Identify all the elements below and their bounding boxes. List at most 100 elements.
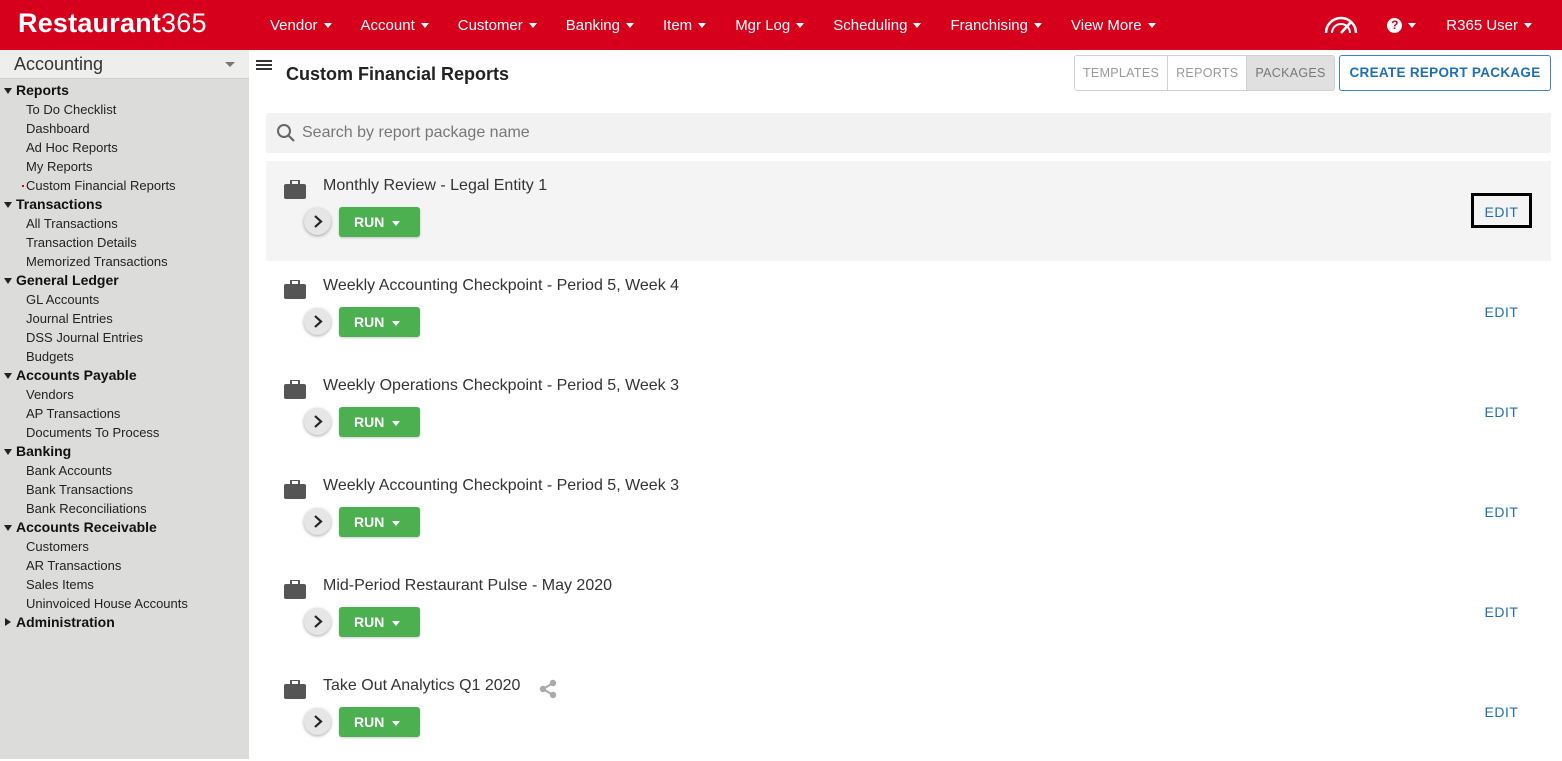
caret-down-icon — [4, 525, 12, 531]
nav-item-mgr-log[interactable]: Mgr Log — [735, 17, 805, 34]
sidebar-item-gl-accounts[interactable]: GL Accounts — [0, 290, 249, 309]
caret-right-icon — [5, 618, 11, 626]
module-selector[interactable]: Accounting — [0, 50, 249, 79]
nav-item-view-more[interactable]: View More — [1071, 17, 1156, 34]
sidebar-item-label: Ad Hoc Reports — [26, 140, 118, 155]
edit-package-button[interactable]: EDIT — [1471, 393, 1532, 428]
sidebar-item-sales-items[interactable]: Sales Items — [0, 575, 249, 594]
sidebar-item-bank-transactions[interactable]: Bank Transactions — [0, 480, 249, 499]
sidebar-item-customers[interactable]: Customers — [0, 537, 249, 556]
sidebar-item-label: Memorized Transactions — [26, 254, 168, 269]
sidebar-item-label: Custom Financial Reports — [26, 178, 176, 193]
sidebar-item-budgets[interactable]: Budgets — [0, 347, 249, 366]
sidebar-item-ad-hoc-reports[interactable]: Ad Hoc Reports — [0, 138, 249, 157]
nav-item-account[interactable]: Account — [361, 17, 429, 34]
top-navbar: Restaurant365 Vendor Account Customer Banki… — [0, 0, 1562, 50]
package-name: Weekly Operations Checkpoint - Period 5,… — [323, 377, 680, 394]
sidebar-item-label: Sales Items — [26, 577, 94, 592]
chevron-down-icon — [392, 520, 401, 526]
sidebar-item-label: My Reports — [26, 159, 93, 174]
package-row: Monthly Review - Legal Entity 1 RUN EDIT — [266, 161, 1551, 261]
sidebar-item-ap-transactions[interactable]: AP Transactions — [0, 404, 249, 423]
page-title: Custom Financial Reports — [286, 64, 510, 84]
run-button[interactable]: RUN — [339, 707, 420, 737]
sidebar-section-accounts-receivable[interactable]: Accounts Receivable — [0, 518, 249, 537]
user-menu[interactable]: R365 User — [1446, 17, 1532, 34]
tab-packages[interactable]: PACKAGES — [1247, 56, 1334, 90]
sidebar-section-transactions[interactable]: Transactions — [0, 195, 249, 214]
sidebar-item-all-transactions[interactable]: All Transactions — [0, 214, 249, 233]
expand-package-button[interactable] — [304, 408, 331, 435]
package-name: Weekly Accounting Checkpoint - Period 5,… — [323, 277, 680, 294]
sidebar-item-label: AP Transactions — [26, 406, 121, 421]
expand-package-button[interactable] — [304, 508, 331, 535]
share-icon[interactable] — [537, 678, 559, 700]
search-input[interactable] — [302, 113, 1532, 153]
run-button[interactable]: RUN — [339, 407, 420, 437]
tab-templates[interactable]: TEMPLATES — [1075, 56, 1169, 90]
expand-package-button[interactable] — [304, 708, 331, 735]
nav-item-banking[interactable]: Banking — [566, 17, 634, 34]
edit-package-button[interactable]: EDIT — [1471, 593, 1532, 628]
sidebar-item-journal-entries[interactable]: Journal Entries — [0, 309, 249, 328]
sidebar-item-dss-journal-entries[interactable]: DSS Journal Entries — [0, 328, 249, 347]
sidebar-item-vendors[interactable]: Vendors — [0, 385, 249, 404]
nav-item-franchising[interactable]: Franchising — [950, 17, 1042, 34]
search-bar — [266, 113, 1551, 153]
run-label: RUN — [354, 514, 385, 530]
package-row: Weekly Operations Checkpoint - Period 5,… — [266, 361, 1551, 461]
briefcase-icon — [284, 379, 306, 399]
caret-down-icon — [4, 88, 12, 94]
sidebar-item-memorized-transactions[interactable]: Memorized Transactions — [0, 252, 249, 271]
run-label: RUN — [354, 414, 385, 430]
sidebar-item-dashboard[interactable]: Dashboard — [0, 119, 249, 138]
chevron-down-icon — [392, 620, 401, 626]
nav-item-label: View More — [1071, 16, 1142, 34]
edit-package-button[interactable]: EDIT — [1471, 493, 1532, 528]
top-right-tools: ? R365 User — [1323, 0, 1562, 50]
expand-package-button[interactable] — [304, 208, 331, 235]
sidebar-item-label: All Transactions — [26, 216, 118, 231]
run-button[interactable]: RUN — [339, 507, 420, 537]
sidebar-item-transaction-details[interactable]: Transaction Details — [0, 233, 249, 252]
edit-package-button[interactable]: EDIT — [1471, 193, 1532, 228]
run-button[interactable]: RUN — [339, 307, 420, 337]
sidebar-section-accounts-payable[interactable]: Accounts Payable — [0, 366, 249, 385]
briefcase-icon — [284, 679, 306, 699]
nav-item-scheduling[interactable]: Scheduling — [833, 17, 922, 34]
nav-item-customer[interactable]: Customer — [458, 17, 537, 34]
nav-item-vendor[interactable]: Vendor — [270, 17, 332, 34]
sidebar-section-banking[interactable]: Banking — [0, 442, 249, 461]
help-menu[interactable]: ? — [1387, 17, 1417, 33]
edit-package-button[interactable]: EDIT — [1471, 693, 1532, 728]
sidebar-section-label: Administration — [16, 614, 115, 630]
run-button[interactable]: RUN — [339, 207, 420, 237]
sidebar-item-label: Journal Entries — [26, 311, 113, 326]
tab-reports[interactable]: REPORTS — [1168, 56, 1248, 90]
sidebar-item-uninvoiced-house-accounts[interactable]: Uninvoiced House Accounts — [0, 594, 249, 613]
hamburger-icon[interactable] — [256, 60, 272, 74]
speedometer-icon[interactable] — [1323, 14, 1359, 36]
brand-logo[interactable]: Restaurant365 — [18, 8, 207, 39]
chevron-down-icon — [1034, 23, 1042, 29]
sidebar-item-bank-reconciliations[interactable]: Bank Reconciliations — [0, 499, 249, 518]
sidebar-item-to-do-checklist[interactable]: To Do Checklist — [0, 100, 249, 119]
sidebar-item-documents-to-process[interactable]: Documents To Process — [0, 423, 249, 442]
edit-package-button[interactable]: EDIT — [1471, 293, 1532, 328]
run-button[interactable]: RUN — [339, 607, 420, 637]
create-report-package-button[interactable]: CREATE REPORT PACKAGE — [1339, 55, 1551, 91]
sidebar-item-custom-financial-reports[interactable]: Custom Financial Reports — [0, 176, 249, 195]
nav-item-item[interactable]: Item — [663, 17, 707, 34]
sidebar-item-bank-accounts[interactable]: Bank Accounts — [0, 461, 249, 480]
package-name: Mid-Period Restaurant Pulse - May 2020 — [323, 577, 613, 594]
chevron-down-icon — [323, 23, 332, 29]
expand-package-button[interactable] — [304, 308, 331, 335]
sidebar-item-my-reports[interactable]: My Reports — [0, 157, 249, 176]
sidebar-section-general-ledger[interactable]: General Ledger — [0, 271, 249, 290]
sidebar-section-reports[interactable]: Reports — [0, 81, 249, 100]
sidebar-item-ar-transactions[interactable]: AR Transactions — [0, 556, 249, 575]
module-label: Accounting — [14, 54, 104, 74]
sidebar-section-administration[interactable]: Administration — [0, 613, 249, 632]
sidebar-section-label: Accounts Payable — [16, 367, 137, 383]
expand-package-button[interactable] — [304, 608, 331, 635]
